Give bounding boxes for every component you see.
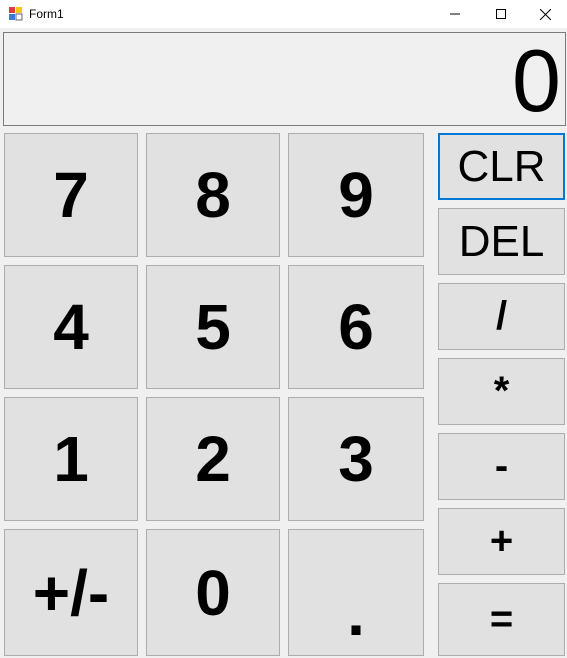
minimize-button[interactable] <box>432 0 478 28</box>
multiply-button[interactable]: * <box>438 358 565 425</box>
equals-button[interactable]: = <box>438 583 565 656</box>
maximize-icon <box>496 9 506 19</box>
delete-button[interactable]: DEL <box>438 208 565 275</box>
result-display[interactable]: 0 <box>3 32 566 126</box>
key-3[interactable]: 3 <box>288 397 424 521</box>
add-button[interactable]: + <box>438 508 565 575</box>
window-title: Form1 <box>29 7 64 21</box>
key-plus-minus[interactable]: +/- <box>4 529 138 656</box>
maximize-button[interactable] <box>478 0 524 28</box>
key-9[interactable]: 9 <box>288 133 424 257</box>
key-4[interactable]: 4 <box>4 265 138 389</box>
form-app-icon[interactable] <box>8 6 24 22</box>
key-0[interactable]: 0 <box>146 529 280 656</box>
clear-button[interactable]: CLR <box>438 133 565 200</box>
key-decimal[interactable]: . <box>288 529 424 656</box>
key-7[interactable]: 7 <box>4 133 138 257</box>
display-value: 0 <box>512 31 561 130</box>
key-6[interactable]: 6 <box>288 265 424 389</box>
key-1[interactable]: 1 <box>4 397 138 521</box>
key-5[interactable]: 5 <box>146 265 280 389</box>
minimize-icon <box>450 9 460 19</box>
title-bar[interactable]: Form1 <box>0 0 567 28</box>
subtract-button[interactable]: - <box>438 433 565 500</box>
close-icon <box>539 8 551 20</box>
calculator-window: Form1 0 7 8 9 4 5 6 1 2 3 +/- 0 . CLR DE… <box>0 0 567 658</box>
divide-button[interactable]: / <box>438 283 565 350</box>
key-8[interactable]: 8 <box>146 133 280 257</box>
close-button[interactable] <box>522 0 567 28</box>
key-2[interactable]: 2 <box>146 397 280 521</box>
